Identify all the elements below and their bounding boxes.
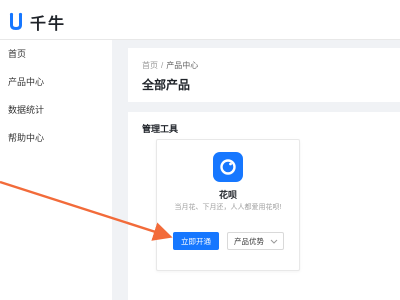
breadcrumb-current: 产品中心 [166, 61, 199, 70]
page-title: 全部产品 [142, 78, 191, 92]
breadcrumb-separator: / [161, 61, 164, 70]
sidebar-item-help[interactable]: 帮助中心 [0, 124, 112, 152]
qianniu-logo-icon [9, 12, 23, 30]
product-name: 花呗 [218, 190, 237, 200]
section-title: 管理工具 [142, 124, 179, 134]
huabei-icon [213, 152, 243, 182]
product-advantages-dropdown[interactable]: 产品优势 [227, 232, 284, 250]
dropdown-label: 产品优势 [234, 236, 264, 246]
sidebar-item-home[interactable]: 首页 [0, 40, 112, 68]
sidebar-item-products[interactable]: 产品中心 [0, 68, 112, 96]
sidebar: 首页 产品中心 数据统计 帮助中心 [0, 40, 112, 300]
logo-text: 千牛 [30, 16, 67, 33]
sidebar-item-statistics[interactable]: 数据统计 [0, 96, 112, 124]
huabei-glyph-icon [220, 159, 236, 175]
content-panel: 管理工具 花呗 当月花、下月还，人人都爱用花呗! 立即开通 产品优势 [128, 112, 400, 300]
product-description: 当月花、下月还，人人都爱用花呗! [174, 204, 282, 211]
chevron-down-icon [270, 239, 278, 244]
top-header: 千牛 [0, 0, 400, 40]
logo[interactable]: 千牛 [8, 10, 66, 34]
page-header: 首页 / 产品中心 全部产品 [128, 48, 400, 102]
activate-button[interactable]: 立即开通 [173, 232, 219, 250]
breadcrumb: 首页 / 产品中心 [142, 60, 198, 71]
breadcrumb-home-link[interactable]: 首页 [142, 61, 158, 70]
product-card: 花呗 当月花、下月还，人人都爱用花呗! 立即开通 产品优势 [156, 139, 300, 271]
